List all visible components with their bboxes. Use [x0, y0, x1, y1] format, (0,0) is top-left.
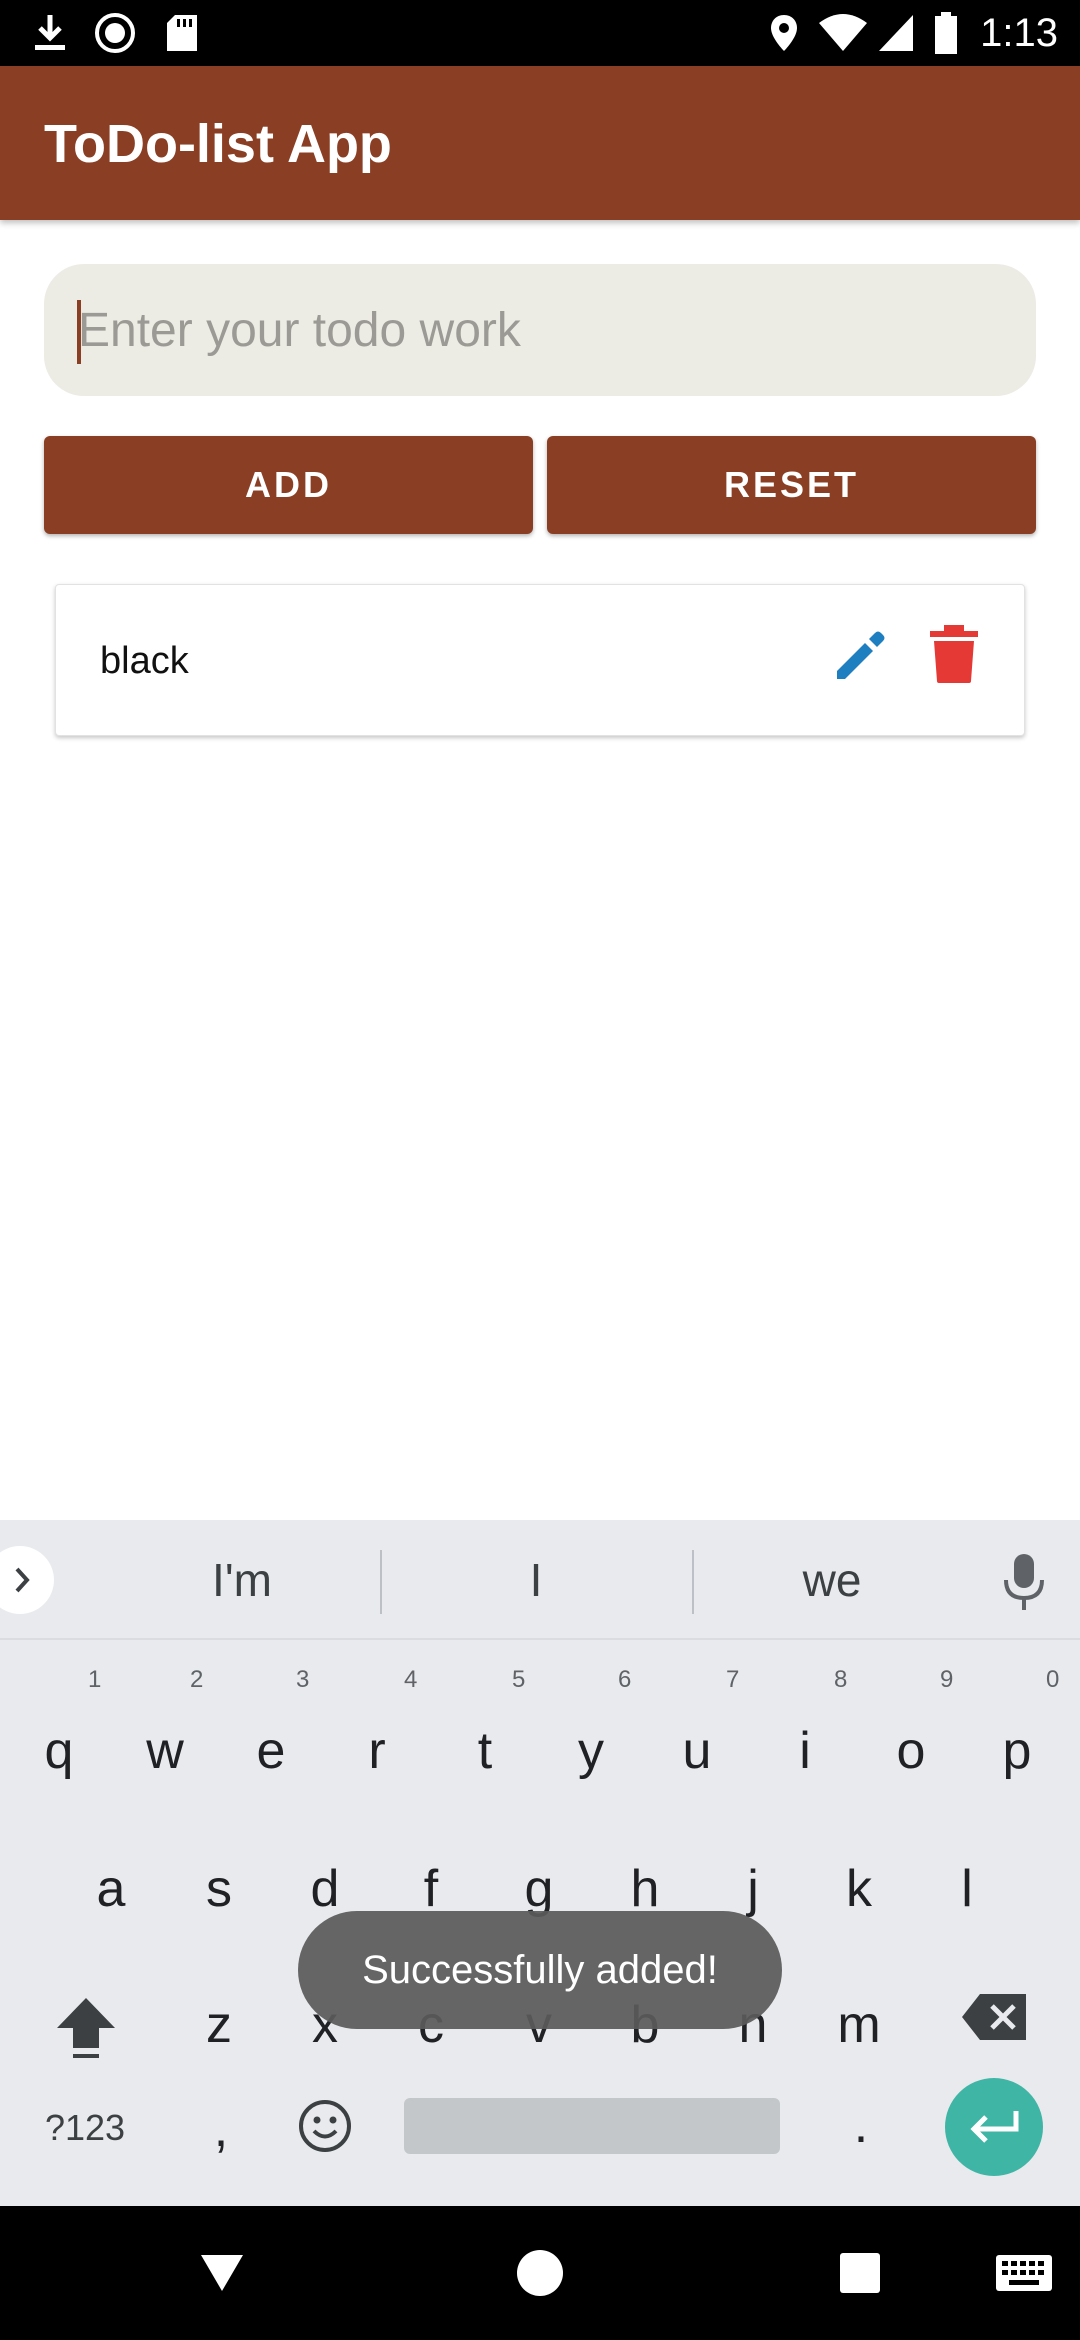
key-hint-6: 6 — [618, 1666, 632, 1693]
text-cursor — [77, 300, 81, 364]
download-icon — [30, 10, 70, 56]
enter-arrow-icon — [970, 2111, 1019, 2143]
battery-icon — [934, 10, 958, 56]
enter-key[interactable] — [945, 2078, 1043, 2176]
key-t[interactable]: t — [440, 1716, 530, 1786]
navigation-bar — [0, 2206, 1080, 2340]
backspace-icon[interactable] — [950, 1992, 1040, 2060]
suggestion-1[interactable]: I'm — [122, 1548, 362, 1612]
key-hint-0: 0 — [1046, 1666, 1060, 1693]
chevron-right-icon[interactable] — [0, 1546, 54, 1614]
key-a[interactable]: a — [66, 1854, 156, 1924]
key-r[interactable]: r — [332, 1716, 422, 1786]
toast-message: Successfully added! — [298, 1911, 782, 2029]
key-hint-8: 8 — [834, 1666, 848, 1693]
key-w[interactable]: w — [120, 1716, 210, 1786]
keyboard-switch-icon[interactable] — [994, 2244, 1054, 2302]
status-time: 1:13 — [980, 11, 1058, 55]
key-o[interactable]: o — [866, 1716, 956, 1786]
key-hint-2: 2 — [190, 1666, 204, 1693]
suggestion-3[interactable]: we — [712, 1548, 952, 1612]
symbols-key[interactable]: ?123 — [30, 2098, 140, 2158]
todo-input-container[interactable] — [44, 264, 1036, 396]
app-bar: ToDo-list App — [0, 66, 1080, 220]
key-y[interactable]: y — [546, 1716, 636, 1786]
suggestion-2[interactable]: I — [416, 1548, 656, 1612]
emoji-icon[interactable] — [290, 2098, 360, 2172]
todo-input[interactable] — [78, 264, 998, 396]
suggestion-strip: I'm I we — [0, 1520, 1080, 1640]
key-hint-7: 7 — [726, 1666, 740, 1693]
todo-item: black — [55, 584, 1025, 736]
add-button[interactable]: ADD — [44, 436, 533, 534]
key-period[interactable]: . — [816, 2090, 906, 2160]
keyboard: I'm I we q w e r t y u i o p 1 2 3 4 5 6… — [0, 1520, 1080, 2206]
key-i[interactable]: i — [760, 1716, 850, 1786]
key-hint-5: 5 — [512, 1666, 526, 1693]
wifi-icon — [816, 10, 870, 56]
microphone-icon[interactable] — [1000, 1550, 1048, 1614]
record-icon — [92, 10, 138, 56]
key-hint-1: 1 — [88, 1666, 102, 1693]
key-m[interactable]: m — [814, 1990, 904, 2060]
key-q[interactable]: q — [14, 1716, 104, 1786]
key-hint-3: 3 — [296, 1666, 310, 1693]
reset-button[interactable]: RESET — [547, 436, 1036, 534]
recents-nav-icon[interactable] — [838, 2244, 882, 2302]
todo-item-text: black — [100, 640, 189, 682]
sd-card-icon — [162, 10, 202, 56]
status-bar: 1:13 — [0, 0, 1080, 66]
location-icon — [766, 10, 802, 56]
key-l[interactable]: l — [922, 1854, 1012, 1924]
back-nav-icon[interactable] — [196, 2244, 248, 2302]
shift-key[interactable] — [40, 1992, 132, 2080]
app-title: ToDo-list App — [44, 114, 392, 174]
key-hint-9: 9 — [940, 1666, 954, 1693]
pencil-icon[interactable] — [831, 625, 891, 685]
key-e[interactable]: e — [226, 1716, 316, 1786]
key-comma[interactable]: , — [176, 2094, 266, 2164]
home-nav-icon[interactable] — [514, 2244, 566, 2302]
key-s[interactable]: s — [174, 1854, 264, 1924]
trash-icon[interactable] — [926, 623, 982, 685]
spacebar[interactable] — [404, 2098, 780, 2154]
key-p[interactable]: p — [972, 1716, 1062, 1786]
suggestion-divider — [692, 1550, 694, 1614]
key-hint-4: 4 — [404, 1666, 418, 1693]
suggestion-divider — [380, 1550, 382, 1614]
key-k[interactable]: k — [814, 1854, 904, 1924]
key-z[interactable]: z — [174, 1990, 264, 2060]
signal-icon — [876, 10, 916, 56]
key-u[interactable]: u — [652, 1716, 742, 1786]
